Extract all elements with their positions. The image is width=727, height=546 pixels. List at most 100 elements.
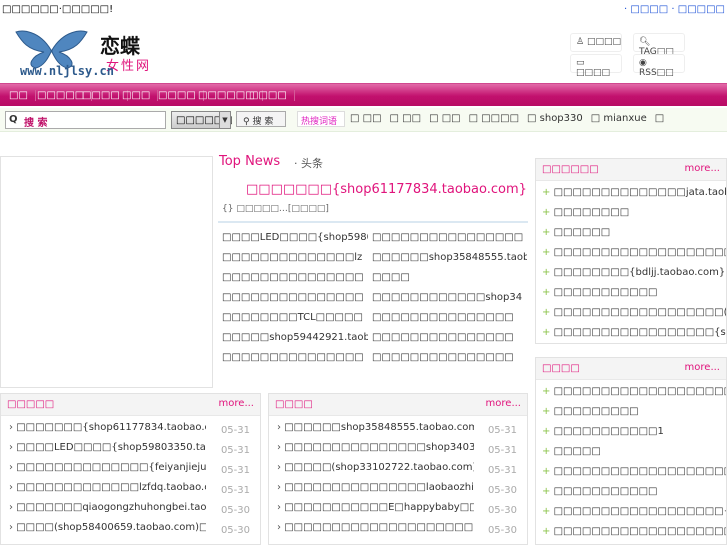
list-item[interactable]: › □□□□□□□qiaogongzhuhongbei.taobao.co 05-… [9, 502, 260, 522]
header-button-1[interactable]: ♙ □□□□ [570, 33, 622, 52]
list-item[interactable]: › □□□□□□shop35848555.taobao.com□□□ 05-31 [277, 422, 527, 442]
top-news-item[interactable]: □□□□□□□□□□□□□□□ [372, 352, 527, 363]
list-item[interactable]: + □□□□□□□□□□□□□□jata.taobao.com [542, 187, 726, 207]
search-button[interactable]: ⚲ 搜 索 [236, 111, 286, 127]
top-news-item[interactable]: □□□□□□shop35848555.taoba [372, 252, 527, 263]
top-news-item[interactable]: □□□□□□□□□□□□□□lz [222, 252, 368, 263]
list-item-title[interactable]: □□□□□□□qiaogongzhuhongbei.taobao.co [16, 502, 206, 513]
list-item[interactable]: + □□□□□□□□□□□ [542, 287, 726, 307]
top-news-item[interactable]: □□□□□□□□□□□□□□□□ [372, 232, 527, 243]
list-item[interactable]: + □□□□□□□□ [542, 207, 726, 227]
list-item-title[interactable]: □□□□□□□□□□□□□□□shop340305 [284, 442, 474, 453]
list-item[interactable]: › □□□□□□□□□□□□□□□shop340305 05-31 [277, 442, 527, 462]
list-item-title[interactable]: □□□□LED□□□□{shop59803350.taobao.co [16, 442, 206, 453]
list-item-title[interactable]: □□□□□□□□□□□ [554, 287, 658, 298]
list-item-title[interactable]: □□□□□□□□□□□□□lzfdq.taobao.c [16, 482, 206, 493]
hot-word[interactable]: □ □□ [390, 113, 422, 124]
list-item[interactable]: › □□□□□(shop33102722.taobao.com)□□□ 05-31 [277, 462, 527, 482]
list-item-title[interactable]: □□□□□ [554, 446, 601, 457]
headline-summary[interactable]: {} □□□□□…[□□□□] [222, 204, 329, 214]
list-item[interactable]: + □□□□□□□□□□□□□□□□□□□□□ [542, 526, 726, 546]
header-button-3[interactable]: ▭ □□□□ [570, 54, 622, 78]
list-item-title[interactable]: □□□□□□□□□□□□□□□□□□□□□ [554, 526, 726, 537]
list-item[interactable]: › □□□□□□□□□□□E□happybaby□□□ 05-30 [277, 502, 527, 522]
list-item-title[interactable]: □□□□□□□□□□□□□□□□□{shop3697710 [554, 327, 726, 338]
list-item-title[interactable]: □□□□(shop58400659.taobao.com)□□□□ [16, 522, 206, 533]
list-item-title[interactable]: □□□□□□□□ [554, 207, 630, 218]
list-item[interactable]: + □□□□□□□□□□□□□□□□□□□□□ [542, 247, 726, 267]
top-news-item[interactable]: □□□□□□□□□□□□□□□ [372, 312, 527, 323]
nav-item-7[interactable]: □□□□ [242, 90, 295, 101]
list-item[interactable]: + □□□□□□□□□□□□□□□□□□□□□ [542, 386, 726, 406]
top-news-item[interactable]: □□□□□□□□□□□□shop34 [372, 292, 527, 303]
list-item-title[interactable]: □□□□□(shop33102722.taobao.com)□□□ [284, 462, 474, 473]
more-link[interactable]: more... [685, 362, 720, 373]
list-item-title[interactable]: □□□□□□ [554, 227, 611, 238]
top-news-item[interactable]: □□□□□□□□□□□□□□□ [222, 272, 368, 283]
hot-word[interactable]: □ [655, 113, 664, 124]
more-link[interactable]: more... [219, 398, 254, 409]
list-item[interactable]: › □□□□□□□□□□□□□□□□□□□□□ 05-30 [277, 522, 527, 542]
list-item-title[interactable]: □□□□□□□□□□□□□□□□□□□□□ [284, 522, 474, 533]
top-news-item[interactable]: □□□□□shop59442921.taobao. [222, 332, 368, 343]
tag-button[interactable]: 🔍︎ TAG□□ [633, 33, 685, 57]
list-item[interactable]: + □□□□□□□□□□□□□□□□□{shop3697710 [542, 327, 726, 347]
more-link[interactable]: more... [685, 163, 720, 174]
list-item[interactable]: › □□□□□□□{shop61177834.taobao.com}□ 05-31 [9, 422, 260, 442]
list-item-title[interactable]: □□□□□□□□□□□E□happybaby□□□ [284, 502, 474, 513]
top-news-item[interactable]: □□□□□□□□□□□□□□□ [222, 352, 368, 363]
list-item[interactable]: + □□□□□□□□□□□ [542, 486, 726, 506]
top-link-2[interactable]: □□□□□ [678, 4, 725, 15]
chevron-down-icon[interactable]: ▼ [219, 111, 231, 129]
hot-word[interactable]: □ mianxue [591, 113, 647, 124]
plus-bullet-icon: + [542, 247, 554, 258]
top-news-item[interactable]: □□□□□□□□□□□□□□□ [222, 292, 368, 303]
top-link-1[interactable]: □□□□ [630, 4, 668, 15]
chevron-right-icon: › [277, 522, 285, 533]
list-item-title[interactable]: □□□□□□□□□□□1 [554, 426, 664, 437]
list-item-title[interactable]: □□□□□□□{shop61177834.taobao.com}□ [16, 422, 206, 433]
top-news-item[interactable]: □□□□LED□□□□{shop598033 [222, 232, 368, 243]
list-item[interactable]: + □□□□□□ [542, 227, 726, 247]
list-item[interactable]: › □□□□□□□□□□□□□□□laobaozhi. 05-30 [277, 482, 527, 502]
list-item-title[interactable]: □□□□□□□□□□□□□□jata.taobao.com [554, 187, 726, 198]
search-input[interactable]: 搜 索 [5, 111, 166, 129]
headline-link[interactable]: □□□□□□□{shop61177834.taobao.com} [246, 182, 527, 197]
plus-bullet-icon: + [542, 227, 554, 238]
hot-word[interactable]: □ □□ [350, 113, 382, 124]
list-item-title[interactable]: □□□□□□□□{bdljj.taobao.com}□□□□ [554, 267, 726, 278]
image-slideshow[interactable] [0, 156, 213, 388]
list-item-title[interactable]: □□□□□□□□□ [554, 406, 639, 417]
chevron-right-icon: › [9, 482, 17, 493]
list-item-title[interactable]: □□□□□□□□□□□□□□□□□□□□□ [554, 247, 726, 258]
site-logo[interactable]: 恋蝶 女性网 www.nljlsy.cn [14, 28, 154, 80]
list-item[interactable]: › □□□□□□□□□□□□□□{feiyanjieju 05-31 [9, 462, 260, 482]
list-item[interactable]: › □□□□LED□□□□{shop59803350.taobao.co 05-3… [9, 442, 260, 462]
list-item[interactable]: + □□□□□□□□□□□□□□□□□□(shop34057 [542, 307, 726, 327]
more-link[interactable]: more... [486, 398, 521, 409]
list-item[interactable]: › □□□□□□□□□□□□□lzfdq.taobao.c 05-31 [9, 482, 260, 502]
top-news-item[interactable]: □□□□□□□□TCL□□□□□ [222, 312, 368, 323]
list-item[interactable]: + □□□□□ [542, 446, 726, 466]
list-item-date: 05-31 [487, 425, 517, 436]
hot-word[interactable]: □ □□ [429, 113, 461, 124]
list-item[interactable]: + □□□□□□□□□ [542, 406, 726, 426]
hot-word[interactable]: □ shop330 [527, 113, 583, 124]
top-news-item[interactable]: □□□□ [372, 272, 527, 283]
rss-button[interactable]: ◉ RSS□□ [633, 54, 685, 78]
list-item-title[interactable]: □□□□□□□□□□□□□□□□□□□□□ [554, 386, 726, 397]
list-item[interactable]: + □□□□□□□□□□□1 [542, 426, 726, 446]
list-item[interactable]: + □□□□□□□□□□□□□□□□□□□□mmay [542, 466, 726, 486]
list-item-title[interactable]: □□□□□□□□□□□ [554, 486, 658, 497]
hot-word[interactable]: □ □□□□ [469, 113, 519, 124]
list-item-title[interactable]: □□□□□□□□□□□□□□□□□□{shop36430 [554, 506, 726, 517]
list-item-title[interactable]: □□□□□□□□□□□□□□□□□□□□mmay [554, 466, 726, 477]
list-item-title[interactable]: □□□□□□□□□□□□□□□laobaozhi. [284, 482, 474, 493]
list-item[interactable]: + □□□□□□□□□□□□□□□□□□{shop36430 [542, 506, 726, 526]
list-item[interactable]: + □□□□□□□□{bdljj.taobao.com}□□□□ [542, 267, 726, 287]
list-item-title[interactable]: □□□□□□□□□□□□□□□□□□(shop34057 [554, 307, 726, 318]
list-item-title[interactable]: □□□□□□□□□□□□□□{feiyanjieju [16, 462, 206, 473]
list-item[interactable]: › □□□□(shop58400659.taobao.com)□□□□ 05-30 [9, 522, 260, 542]
top-news-item[interactable]: □□□□□□□□□□□□□□□ [372, 332, 527, 343]
list-item-title[interactable]: □□□□□□shop35848555.taobao.com□□□ [284, 422, 474, 433]
